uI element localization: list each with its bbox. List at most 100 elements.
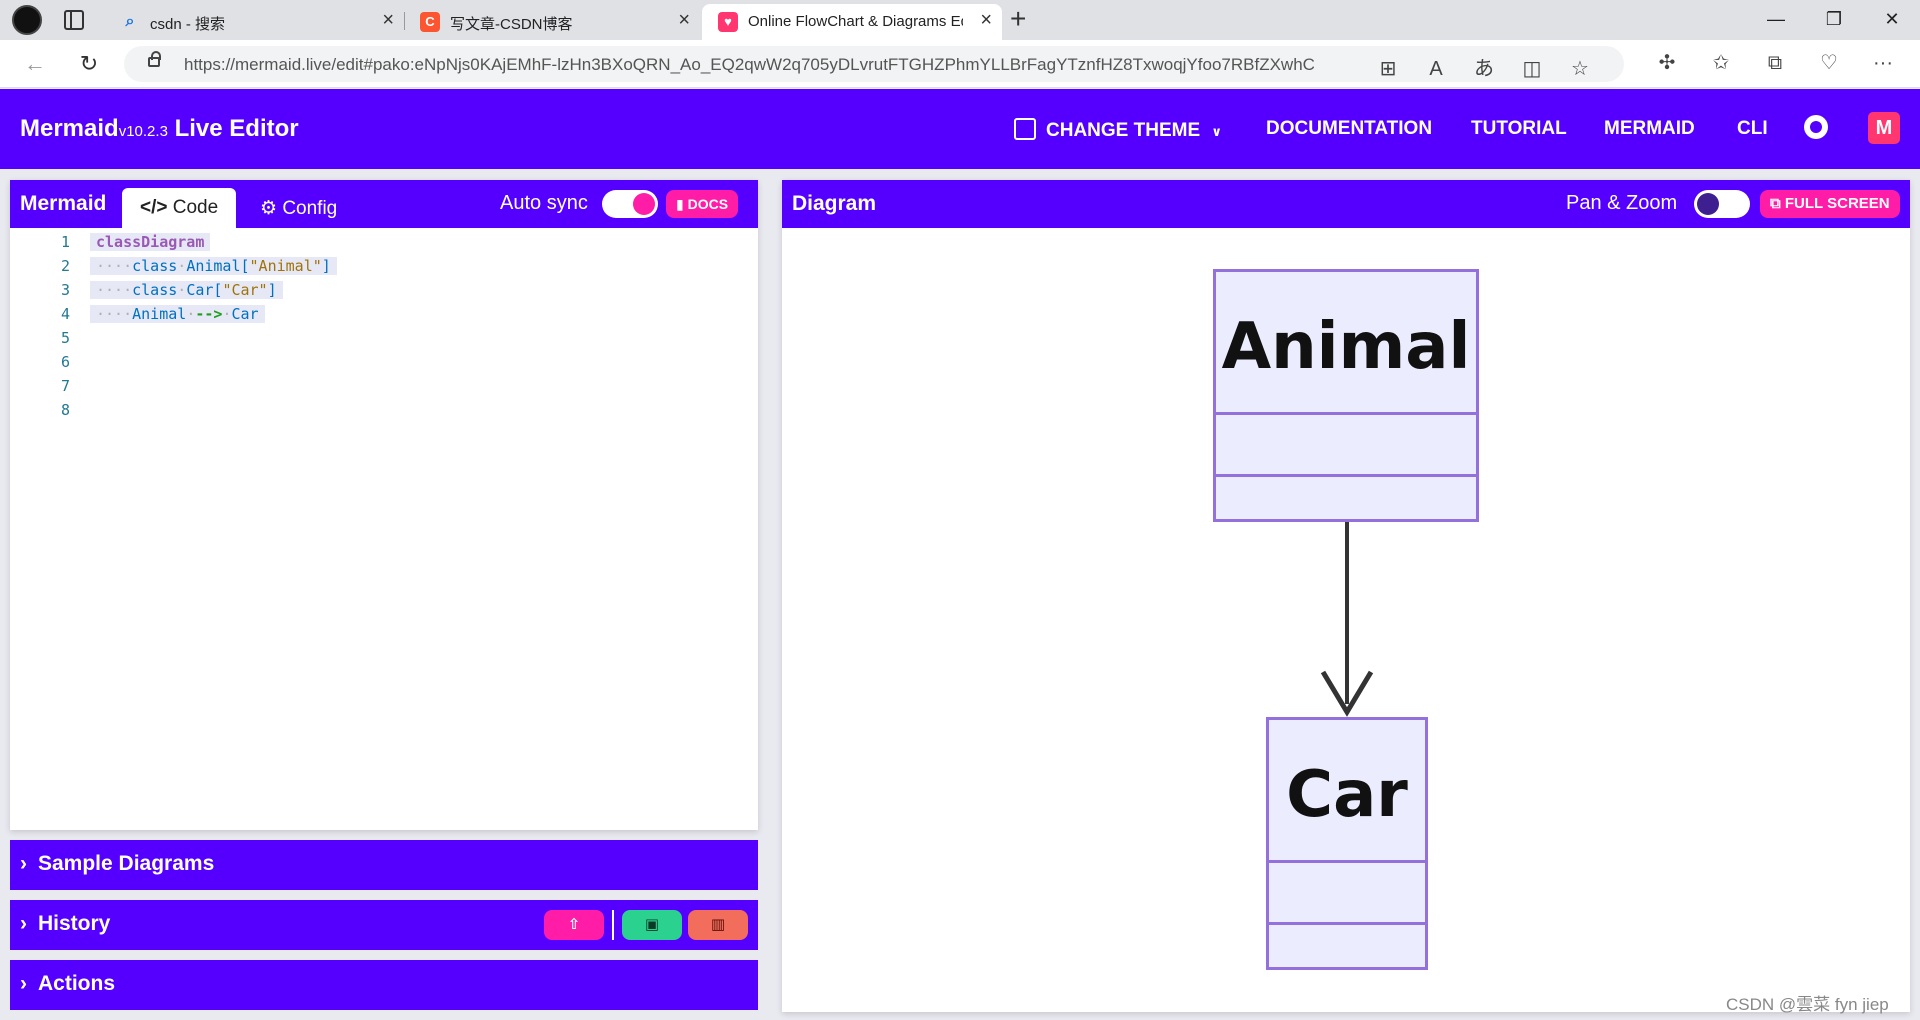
tab-title: 写文章-CSDN博客 xyxy=(450,16,573,33)
diagram-title: Diagram xyxy=(792,192,877,215)
reload-icon[interactable]: ↻ xyxy=(74,50,104,78)
docs-button[interactable]: ▮ DOCS xyxy=(666,190,739,218)
browser-tab-mermaid[interactable]: ♥ Online FlowChart & Diagrams Ed × xyxy=(702,4,1002,40)
tab-title: Online FlowChart & Diagrams Ed xyxy=(748,13,963,30)
line-number: 5 xyxy=(60,329,70,347)
browser-tab-bar: ⌕ csdn - 搜索 × C 写文章-CSDN博客 × ♥ Online Fl… xyxy=(0,0,1920,40)
editor-header: Mermaid </> Code ⚙ Config Auto sync ▮ DO… xyxy=(10,180,758,228)
code-line: 6 xyxy=(10,350,758,374)
favorites-icon[interactable]: ✩ xyxy=(1694,50,1748,75)
clear-history-button[interactable]: ▥ xyxy=(688,910,748,940)
back-icon[interactable]: ← xyxy=(20,50,50,78)
tab-config[interactable]: ⚙ Config xyxy=(242,188,355,228)
autosync-label: Auto sync xyxy=(500,192,588,214)
code-keyword: class xyxy=(132,281,178,299)
trash-icon: ▥ xyxy=(710,916,726,933)
code-arrow: --> xyxy=(195,305,223,323)
panzoom-label: Pan & Zoom xyxy=(1566,192,1678,214)
nav-tutorial[interactable]: TUTORIAL xyxy=(1471,118,1567,140)
theme-icon xyxy=(1014,118,1036,140)
book-icon: ▮ xyxy=(676,196,684,212)
code-text[interactable]: ····class·Animal["Animal"] xyxy=(90,257,337,275)
browser-essentials-icon[interactable]: ♡ xyxy=(1802,50,1856,75)
translate-icon[interactable]: あ xyxy=(1460,52,1508,81)
split-screen-icon[interactable]: ◫ xyxy=(1508,56,1556,81)
browser-tab-csdn-write[interactable]: C 写文章-CSDN博客 × xyxy=(404,4,700,40)
close-tab-icon[interactable]: × xyxy=(382,10,394,30)
close-window-icon[interactable]: ✕ xyxy=(1872,6,1912,32)
code-text[interactable]: ····class·Car["Car"] xyxy=(90,281,283,299)
brand-suffix: Live Editor xyxy=(167,115,299,142)
code-editor[interactable]: 1 classDiagram 2 ····class·Animal["Anima… xyxy=(10,228,758,830)
line-number: 4 xyxy=(60,305,70,323)
class-divider xyxy=(1216,412,1476,415)
app-brand[interactable]: Mermaidv10.2.3 Live Editor xyxy=(20,115,299,143)
save-history-button[interactable]: ▣ xyxy=(622,910,682,940)
extensions-icon[interactable]: ✣ xyxy=(1640,50,1694,75)
address-bar-actions: ⊞ A あ ◫ ☆ xyxy=(1364,52,1604,81)
url-text[interactable]: https://mermaid.live/edit#pako:eNpNjs0KA… xyxy=(184,55,1314,75)
collections-icon[interactable]: ⧉ xyxy=(1748,52,1802,75)
address-bar[interactable]: https://mermaid.live/edit#pako:eNpNjs0KA… xyxy=(124,46,1624,82)
docs-label: DOCS xyxy=(687,196,729,212)
editor-panel: Mermaid </> Code ⚙ Config Auto sync ▮ DO… xyxy=(10,180,758,830)
browser-toolbar: ✣ ✩ ⧉ ♡ ··· xyxy=(1640,50,1910,75)
diagram-header: Diagram Pan & Zoom ⧉ FULL SCREEN xyxy=(782,180,1910,228)
sample-diagrams-panel[interactable]: › Sample Diagrams xyxy=(10,840,758,890)
mermaid-logo-icon[interactable]: M xyxy=(1868,112,1900,144)
history-panel[interactable]: › History ⇧ ▣ ▥ xyxy=(10,900,758,950)
history-label: History xyxy=(38,912,111,935)
tab-title: csdn - 搜索 xyxy=(150,16,226,33)
lock-icon[interactable] xyxy=(148,51,161,67)
fullscreen-button[interactable]: ⧉ FULL SCREEN xyxy=(1760,190,1900,218)
code-identifier: Animal xyxy=(132,305,187,323)
code-line: 7 xyxy=(10,374,758,398)
chevron-right-icon: › xyxy=(20,972,27,995)
code-text[interactable]: classDiagram xyxy=(90,233,211,251)
read-aloud-icon[interactable]: A xyxy=(1412,58,1460,81)
tab-actions-icon[interactable] xyxy=(64,10,84,30)
favorite-star-icon[interactable]: ☆ xyxy=(1556,56,1604,81)
code-identifier: Car[ xyxy=(186,281,223,299)
close-tab-icon[interactable]: × xyxy=(980,10,992,30)
fullscreen-label: FULL SCREEN xyxy=(1784,195,1890,212)
restore-icon[interactable]: ❐ xyxy=(1814,6,1854,32)
tab-code-label: Code xyxy=(172,197,219,218)
code-line: 2 ····class·Animal["Animal"] xyxy=(10,254,758,278)
app-available-icon[interactable]: ⊞ xyxy=(1364,56,1412,81)
class-node-car[interactable]: Car xyxy=(1266,717,1428,970)
search-icon: ⌕ xyxy=(125,13,135,30)
code-text[interactable]: ····Animal·-->·Car xyxy=(90,305,265,323)
csdn-logo-icon: C xyxy=(420,12,440,32)
code-line: 3 ····class·Car["Car"] xyxy=(10,278,758,302)
panzoom-toggle[interactable] xyxy=(1694,190,1750,218)
code-line: 1 classDiagram xyxy=(10,230,758,254)
class-divider xyxy=(1269,922,1425,925)
autosync-toggle[interactable] xyxy=(602,190,658,218)
brand-name: Mermaid xyxy=(20,115,119,142)
profile-avatar[interactable] xyxy=(12,5,42,35)
browser-tab-csdn-search[interactable]: ⌕ csdn - 搜索 × xyxy=(104,4,404,40)
change-theme-label: CHANGE THEME xyxy=(1046,120,1201,141)
nav-documentation[interactable]: DOCUMENTATION xyxy=(1266,118,1432,140)
tab-code[interactable]: </> Code xyxy=(122,188,237,228)
minimize-icon[interactable]: — xyxy=(1756,6,1796,32)
actions-panel[interactable]: › Actions xyxy=(10,960,758,1010)
arrow-head-icon xyxy=(1320,670,1374,717)
close-tab-icon[interactable]: × xyxy=(678,10,690,30)
upload-history-button[interactable]: ⇧ xyxy=(544,910,604,940)
code-string: "Animal" xyxy=(249,257,322,275)
more-menu-icon[interactable]: ··· xyxy=(1856,52,1910,75)
nav-mermaid[interactable]: MERMAID xyxy=(1604,118,1695,140)
class-name: Car xyxy=(1286,758,1408,832)
code-line: 8 xyxy=(10,398,758,422)
gears-icon: ⚙ xyxy=(260,198,278,219)
new-tab-button[interactable]: + xyxy=(1010,4,1026,34)
nav-cli[interactable]: CLI xyxy=(1737,118,1768,140)
mermaid-heart-icon: ♥ xyxy=(718,12,738,32)
github-icon[interactable] xyxy=(1804,115,1828,139)
change-theme-button[interactable]: CHANGE THEME ∨ xyxy=(1014,118,1222,142)
toggle-knob xyxy=(633,193,655,215)
external-link-icon: ⧉ xyxy=(1770,195,1781,212)
class-node-animal[interactable]: Animal xyxy=(1213,269,1479,522)
